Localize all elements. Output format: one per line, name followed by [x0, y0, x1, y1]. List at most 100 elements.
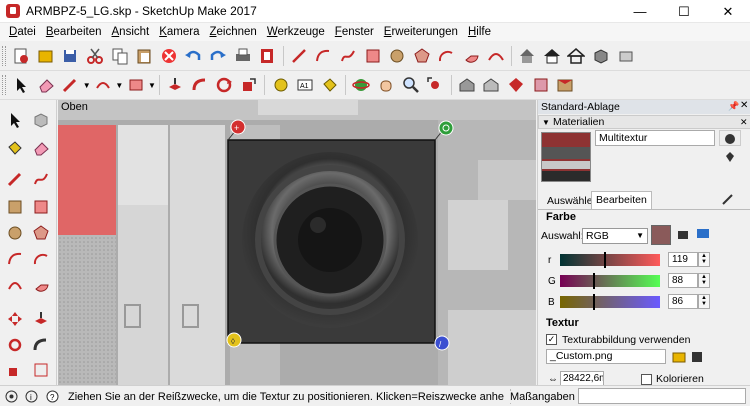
geo-location-icon[interactable]: [5, 390, 18, 406]
make-component-icon[interactable]: [30, 109, 52, 131]
pencil-dropdown-arrow-icon[interactable]: ▼: [83, 81, 91, 90]
arc-2pt-icon[interactable]: [30, 248, 52, 270]
menu-datei[interactable]: Datei: [4, 26, 41, 38]
close-button[interactable]: ✕: [706, 0, 750, 23]
arc-3pt-icon[interactable]: [485, 45, 507, 67]
cut-icon[interactable]: [84, 45, 106, 67]
r-slider[interactable]: [560, 252, 660, 268]
arc-tool-icon[interactable]: [312, 45, 334, 67]
match-screen-color-icon[interactable]: [696, 227, 710, 244]
colorize-checkbox[interactable]: [641, 374, 652, 385]
text-tool-icon[interactable]: A1: [294, 74, 316, 96]
maximize-button[interactable]: ☐: [662, 0, 706, 23]
menu-hilfe[interactable]: Hilfe: [463, 26, 496, 38]
line-tool-icon[interactable]: [288, 45, 310, 67]
tab-bearbeiten[interactable]: Bearbeiten: [591, 191, 652, 209]
b-slider-thumb[interactable]: [593, 294, 595, 310]
materials-section-header[interactable]: Materialien: [538, 115, 750, 129]
texture-width-field[interactable]: 28422,6m: [560, 371, 604, 386]
move-tool-icon[interactable]: [4, 308, 26, 330]
menu-fenster[interactable]: Fenster: [330, 26, 379, 38]
pie-tool-icon[interactable]: [30, 274, 52, 296]
arc-icon[interactable]: [92, 74, 114, 96]
follow-me-icon[interactable]: [189, 74, 211, 96]
extension-manager-icon[interactable]: [554, 74, 576, 96]
arc-3pt-icon[interactable]: [4, 274, 26, 296]
arc-tool-icon[interactable]: [4, 248, 26, 270]
push-pull-icon[interactable]: [30, 308, 52, 330]
redo-icon[interactable]: [207, 45, 229, 67]
browse-folder-icon[interactable]: [672, 350, 686, 366]
component-icon[interactable]: [615, 45, 637, 67]
follow-me-icon[interactable]: [30, 334, 52, 356]
eraser-icon[interactable]: [35, 74, 57, 96]
paste-icon[interactable]: [133, 45, 155, 67]
zoom-icon[interactable]: [400, 74, 422, 96]
color-swatch[interactable]: [651, 225, 671, 245]
rectangle-tool-icon[interactable]: [362, 45, 384, 67]
measurements-field[interactable]: [578, 388, 746, 404]
print-icon[interactable]: [232, 45, 254, 67]
polygon-tool-icon[interactable]: [411, 45, 433, 67]
eyedropper-icon[interactable]: [722, 193, 734, 208]
extension-warehouse-icon[interactable]: [505, 74, 527, 96]
model-info-icon[interactable]: [256, 45, 278, 67]
pin-tray-icon[interactable]: 📌: [728, 101, 739, 112]
toolbar-grip[interactable]: [2, 75, 6, 95]
offset-icon[interactable]: [30, 359, 52, 381]
help-icon[interactable]: ?: [46, 390, 59, 406]
rectangle-tool-icon[interactable]: [4, 196, 26, 218]
zoom-extents-icon[interactable]: [424, 74, 446, 96]
box-tool-icon[interactable]: [590, 45, 612, 67]
pan-hand-icon[interactable]: [375, 74, 397, 96]
new-file-icon[interactable]: [10, 45, 32, 67]
r-value[interactable]: 119: [668, 252, 698, 267]
rotate-icon[interactable]: [213, 74, 235, 96]
select-arrow-icon[interactable]: [10, 74, 32, 96]
freehand-tool-icon[interactable]: [30, 168, 52, 190]
b-value[interactable]: 86: [668, 294, 698, 309]
menu-erweiterungen[interactable]: Erweiterungen: [379, 26, 463, 38]
shapes-icon[interactable]: [125, 74, 147, 96]
b-spinner[interactable]: ▲ ▼: [698, 294, 710, 309]
house-icon[interactable]: [516, 45, 538, 67]
toolbar-grip[interactable]: [2, 45, 6, 66]
menu-ansicht[interactable]: Ansicht: [107, 26, 155, 38]
eraser-icon[interactable]: [30, 137, 52, 159]
g-slider[interactable]: [560, 273, 660, 289]
section-close-icon[interactable]: ✕: [740, 117, 748, 128]
paint-bucket-icon[interactable]: [319, 74, 341, 96]
reset-color-icon[interactable]: [676, 227, 690, 244]
rotated-rectangle-icon[interactable]: [30, 196, 52, 218]
freehand-tool-icon[interactable]: [337, 45, 359, 67]
modeling-viewport[interactable]: + ◊ / Oben: [58, 100, 536, 385]
minimize-button[interactable]: —: [618, 0, 662, 23]
width-link-icon[interactable]: ⇔: [548, 374, 558, 385]
b-slider[interactable]: [560, 294, 660, 310]
g-slider-thumb[interactable]: [593, 273, 595, 289]
scale-icon[interactable]: [238, 74, 260, 96]
menu-bearbeiten[interactable]: Bearbeiten: [41, 26, 107, 38]
shapes-dropdown-arrow-icon[interactable]: ▼: [148, 81, 156, 90]
share-model-icon[interactable]: [480, 74, 502, 96]
orbit-icon[interactable]: [350, 74, 372, 96]
paint-bucket-icon[interactable]: [4, 137, 26, 159]
menu-werkzeuge[interactable]: Werkzeuge: [262, 26, 330, 38]
push-pull-icon[interactable]: [164, 74, 186, 96]
scale-icon[interactable]: [4, 359, 26, 381]
arc-dropdown-arrow-icon[interactable]: ▼: [115, 81, 123, 90]
circle-tool-icon[interactable]: [386, 45, 408, 67]
edit-texture-icon[interactable]: [690, 350, 704, 366]
credits-icon[interactable]: i: [25, 390, 38, 406]
r-spinner[interactable]: ▲ ▼: [698, 252, 710, 267]
open-file-icon[interactable]: [35, 45, 57, 67]
sample-paint-icon[interactable]: [724, 151, 736, 166]
color-picker-select[interactable]: RGB ▼: [582, 228, 648, 244]
close-tray-icon[interactable]: ✕: [740, 100, 748, 111]
home-icon[interactable]: [541, 45, 563, 67]
material-name-field[interactable]: Multitextur: [595, 130, 715, 146]
circle-tool-icon[interactable]: [4, 222, 26, 244]
home-outline-icon[interactable]: [565, 45, 587, 67]
use-texture-checkbox[interactable]: ✓: [546, 334, 557, 345]
menu-kamera[interactable]: Kamera: [154, 26, 204, 38]
